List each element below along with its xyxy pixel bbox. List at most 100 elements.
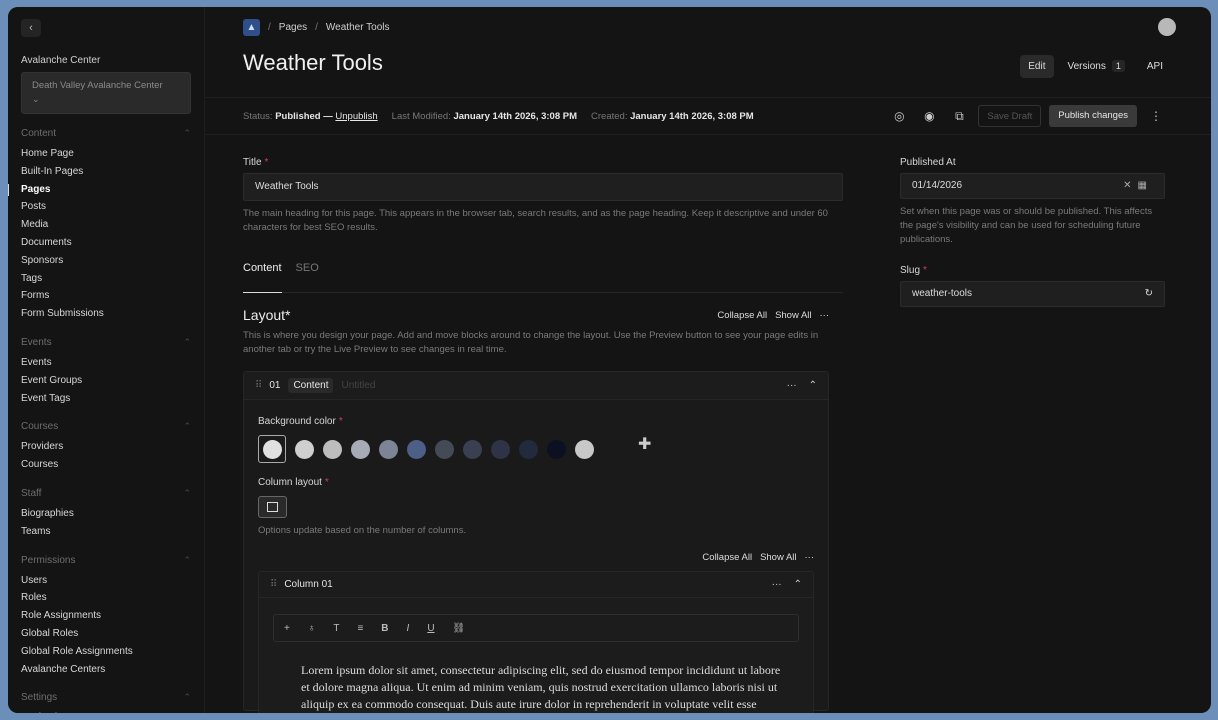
sidebar-item-posts[interactable]: Posts [21, 198, 191, 216]
sidebar-item-navigation[interactable]: Navigation [21, 709, 191, 713]
color-swatch[interactable] [379, 439, 398, 459]
drag-handle-icon[interactable]: ⠿ [255, 380, 262, 391]
sidebar-item-role-assignments[interactable]: Role Assignments [21, 607, 191, 625]
org-label: Avalanche Center [21, 55, 101, 66]
italic-button[interactable]: I [407, 623, 410, 634]
column-item: ⠿ Column 01 ··· ⌃ + ♁ T ≡ B I U ⛓ Lorem … [258, 571, 814, 713]
sidebar-group-title[interactable]: Events ⌃ [21, 337, 191, 348]
sidebar-item-courses[interactable]: Courses [21, 456, 191, 474]
color-swatch-selected[interactable] [258, 435, 286, 463]
sidebar-item-documents[interactable]: Documents [21, 234, 191, 252]
sidebar-group-title[interactable]: Courses ⌃ [21, 421, 191, 432]
sidebar-group-title[interactable]: Settings ⌃ [21, 692, 191, 703]
collapse-all-columns-button[interactable]: Collapse All [702, 552, 752, 563]
sidebar-group-title[interactable]: Content ⌃ [21, 128, 191, 139]
published-at-input[interactable]: 01/14/2026 ✕▦ [900, 173, 1165, 199]
required-marker: * [338, 416, 343, 427]
chevron-left-icon: ‹ [29, 22, 33, 34]
tab-edit[interactable]: Edit [1020, 54, 1054, 78]
bold-button[interactable]: B [381, 623, 388, 634]
sidebar-item-media[interactable]: Media [21, 216, 191, 234]
external-link-icon[interactable]: ⧉ [948, 105, 970, 127]
unpublish-link[interactable]: Unpublish [335, 111, 377, 122]
sidebar-item-built-in-pages[interactable]: Built-In Pages [21, 163, 191, 181]
tab-api[interactable]: API [1139, 55, 1171, 78]
chevron-up-icon[interactable]: ⌃ [809, 380, 817, 391]
refresh-icon[interactable]: ↻ [1145, 282, 1153, 306]
sidebar-item-event-groups[interactable]: Event Groups [21, 372, 191, 390]
show-all-columns-button[interactable]: Show All [760, 552, 796, 563]
avatar[interactable] [1158, 18, 1176, 36]
cursor-crosshair-icon: ✚ [638, 436, 652, 453]
layout-title: Layout* [243, 307, 291, 323]
sidebar-item-tags[interactable]: Tags [21, 270, 191, 288]
sidebar-item-users[interactable]: Users [21, 572, 191, 590]
color-swatch[interactable] [295, 439, 314, 459]
sidebar-item-providers[interactable]: Providers [21, 438, 191, 456]
sidebar-item-roles[interactable]: Roles [21, 589, 191, 607]
underline-button[interactable]: U [427, 623, 434, 634]
chevron-up-icon[interactable]: ⌃ [794, 579, 802, 590]
sidebar-fields: Published At 01/14/2026 ✕▦ Set when this… [900, 157, 1165, 307]
drag-handle-icon[interactable]: ⠿ [270, 579, 277, 590]
tab-seo[interactable]: SEO [296, 259, 319, 292]
paint-bucket-icon[interactable]: ♁ [308, 623, 316, 634]
sidebar-item-event-tags[interactable]: Event Tags [21, 390, 191, 408]
color-swatch[interactable] [575, 439, 594, 459]
sidebar-item-global-roles[interactable]: Global Roles [21, 625, 191, 643]
color-swatch[interactable] [351, 439, 370, 459]
sidebar-item-biographies[interactable]: Biographies [21, 505, 191, 523]
sidebar-group: Content ⌃ Home Page Built-In Pages Pages Post… [8, 128, 191, 323]
more-horizontal-icon[interactable]: ··· [820, 310, 830, 321]
slug-input[interactable]: weather-tools ↻ [900, 281, 1165, 307]
color-swatch[interactable] [463, 439, 482, 459]
color-swatch[interactable] [491, 439, 510, 459]
sidebar-item-home-page[interactable]: Home Page [21, 145, 191, 163]
globe-icon[interactable]: ◎ [888, 105, 910, 127]
title-input[interactable]: Weather Tools [243, 173, 843, 201]
color-swatch[interactable] [407, 439, 426, 459]
breadcrumb-pages-link[interactable]: Pages [279, 22, 307, 33]
sidebar-item-teams[interactable]: Teams [21, 523, 191, 541]
sidebar-group: Events ⌃ Events Event Groups Event Tags [21, 337, 191, 407]
sidebar-item-avalanche-centers[interactable]: Avalanche Centers [21, 661, 191, 679]
color-swatch[interactable] [323, 439, 342, 459]
publish-button[interactable]: Publish changes [1049, 105, 1137, 127]
column-actions: Collapse All Show All ··· [258, 552, 814, 563]
more-horizontal-icon[interactable]: ··· [787, 380, 797, 391]
app-logo-icon[interactable]: ▲ [243, 19, 260, 36]
sidebar-item-form-submissions[interactable]: Form Submissions [21, 305, 191, 323]
link-icon[interactable]: ⛓ [453, 623, 466, 634]
back-button[interactable]: ‹ [21, 19, 41, 37]
eye-icon[interactable]: ◉ [918, 105, 940, 127]
sidebar-group-title[interactable]: Staff ⌃ [21, 488, 191, 499]
org-select[interactable]: Death Valley Avalanche Center ⌄ [21, 72, 191, 114]
color-swatch[interactable] [435, 439, 454, 459]
sidebar-item-pages[interactable]: Pages [8, 181, 191, 199]
more-horizontal-icon[interactable]: ··· [805, 552, 815, 563]
clear-and-calendar-icons[interactable]: ✕▦ [1123, 174, 1153, 198]
text-style-button[interactable]: T [333, 623, 339, 634]
sidebar-item-forms[interactable]: Forms [21, 287, 191, 305]
color-swatch[interactable] [519, 439, 538, 459]
show-all-button[interactable]: Show All [775, 310, 811, 321]
column-layout-option[interactable] [258, 496, 287, 518]
rich-text-editor[interactable]: Lorem ipsum dolor sit amet, consectetur … [301, 662, 785, 713]
insert-block-button[interactable]: + [284, 623, 290, 634]
more-horizontal-icon[interactable]: ··· [772, 579, 782, 590]
align-icon[interactable]: ≡ [357, 623, 363, 634]
sidebar-item-sponsors[interactable]: Sponsors [21, 252, 191, 270]
sidebar-item-global-role-assignments[interactable]: Global Role Assignments [21, 643, 191, 661]
required-marker: * [264, 157, 269, 168]
tab-versions[interactable]: Versions 1 [1060, 54, 1133, 78]
tab-content[interactable]: Content [243, 259, 282, 293]
color-swatch[interactable] [262, 439, 282, 459]
more-vertical-icon[interactable]: ⋮ [1145, 105, 1167, 127]
sidebar-item-events[interactable]: Events [21, 354, 191, 372]
chevron-up-icon: ⌃ [183, 128, 191, 138]
collapse-all-button[interactable]: Collapse All [717, 310, 767, 321]
color-swatch[interactable] [547, 439, 566, 459]
chevron-up-icon: ⌃ [183, 421, 191, 432]
sidebar-group-title[interactable]: Permissions ⌃ [21, 555, 191, 566]
save-draft-button[interactable]: Save Draft [978, 105, 1042, 127]
